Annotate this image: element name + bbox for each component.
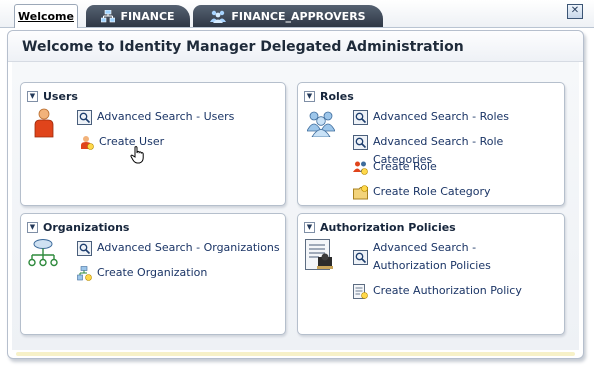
users-section: ▼ Users Advanced Search - Users Create U…: [20, 82, 286, 206]
page-title: Welcome to Identity Manager Delegated Ad…: [22, 39, 464, 55]
collapse-toggle-icon[interactable]: ▼: [304, 91, 315, 102]
roles-section-title: Roles: [320, 90, 354, 103]
link-advanced-search-users-label: Advanced Search - Users: [97, 110, 235, 123]
panel-footer-bar: [16, 352, 575, 356]
link-advanced-search-authorization-policies[interactable]: Advanced Search - Authorization Policies: [353, 239, 553, 275]
users-section-title: Users: [43, 90, 78, 103]
tab-finance-approvers-label: FINANCE_APPROVERS: [231, 9, 366, 23]
authorization-policies-section-header[interactable]: ▼ Authorization Policies: [304, 221, 456, 234]
users-section-header[interactable]: ▼ Users: [27, 90, 78, 103]
collapse-toggle-icon[interactable]: ▼: [304, 222, 315, 233]
link-create-role-category[interactable]: Create Role Category: [353, 183, 491, 201]
organization-icon: [101, 9, 116, 22]
tab-welcome[interactable]: Welcome: [14, 4, 78, 28]
create-role-category-icon: [353, 185, 368, 200]
search-icon: [77, 241, 92, 256]
tab-finance[interactable]: FINANCE: [86, 5, 190, 27]
create-role-icon: [353, 161, 368, 175]
collapse-toggle-icon[interactable]: ▼: [27, 222, 38, 233]
tab-finance-approvers[interactable]: FINANCE_APPROVERS: [193, 5, 383, 27]
link-create-organization[interactable]: Create Organization: [77, 264, 207, 282]
policy-document-icon: [305, 239, 333, 270]
create-organization-icon: [77, 266, 92, 281]
link-create-authorization-policy[interactable]: Create Authorization Policy: [353, 282, 522, 300]
search-icon: [77, 110, 92, 125]
create-policy-icon: [353, 284, 368, 299]
link-create-role-label: Create Role: [373, 160, 437, 173]
link-create-role-category-label: Create Role Category: [373, 185, 491, 198]
link-create-role[interactable]: Create Role: [353, 158, 437, 176]
link-create-authorization-policy-label: Create Authorization Policy: [373, 284, 522, 297]
create-user-icon: [81, 136, 94, 150]
link-advanced-search-roles-label: Advanced Search - Roles: [373, 110, 510, 123]
authorization-policies-section: ▼ Authorization Policies Advanced Search…: [297, 213, 565, 335]
organization-tree-icon: [28, 239, 58, 267]
panel-header: Welcome to Identity Manager Delegated Ad…: [8, 31, 583, 62]
close-icon[interactable]: ✕: [567, 4, 583, 19]
organizations-section: ▼ Organizations Advanced Search - Organi…: [20, 213, 286, 335]
tab-strip: Welcome FINANCE FINANCE_APPROVERS ✕: [0, 0, 594, 28]
link-advanced-search-users[interactable]: Advanced Search - Users: [77, 108, 234, 126]
search-icon: [353, 250, 368, 265]
organizations-section-title: Organizations: [43, 221, 130, 234]
search-icon: [353, 135, 368, 150]
link-advanced-search-authorization-policies-label: Advanced Search - Authorization Policies: [373, 241, 491, 272]
link-advanced-search-organizations-label: Advanced Search - Organizations: [97, 241, 280, 254]
collapse-toggle-icon[interactable]: ▼: [27, 91, 38, 102]
organizations-section-header[interactable]: ▼ Organizations: [27, 221, 129, 234]
link-advanced-search-organizations[interactable]: Advanced Search - Organizations: [77, 239, 280, 257]
user-icon: [34, 108, 54, 138]
authorization-policies-section-title: Authorization Policies: [320, 221, 456, 234]
hand-cursor-icon: [130, 146, 144, 164]
role-group-icon: [210, 10, 227, 23]
tab-finance-label: FINANCE: [120, 9, 175, 23]
tab-welcome-label: Welcome: [18, 10, 74, 23]
search-icon: [353, 110, 368, 125]
roles-group-icon: [307, 111, 335, 137]
link-create-organization-label: Create Organization: [97, 266, 208, 279]
roles-section: ▼ Roles Advanced Search - Roles Advanced…: [297, 82, 565, 206]
link-advanced-search-roles[interactable]: Advanced Search - Roles: [353, 108, 509, 126]
roles-section-header[interactable]: ▼ Roles: [304, 90, 354, 103]
link-create-user[interactable]: Create User: [79, 133, 164, 151]
